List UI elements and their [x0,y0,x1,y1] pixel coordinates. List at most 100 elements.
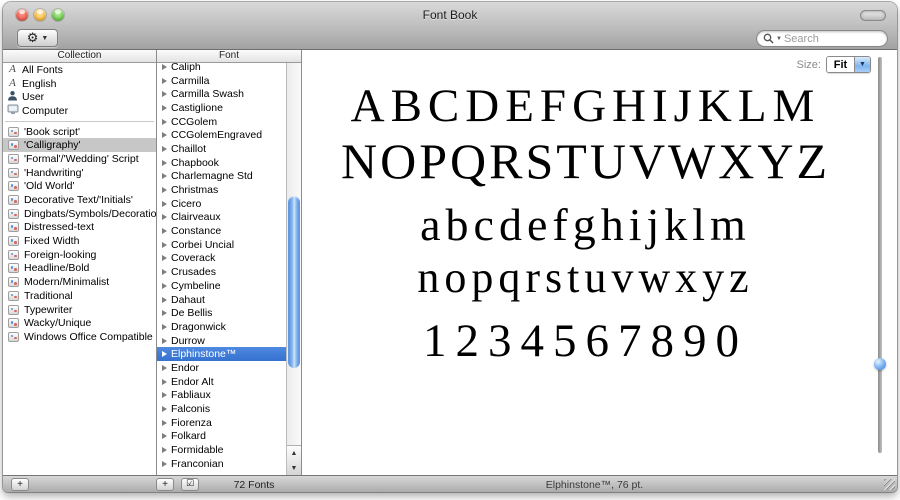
disclosure-triangle-icon[interactable] [162,63,167,70]
collection-item[interactable]: Decorative Text/'Initials' [3,193,156,207]
collection-item[interactable]: Dingbats/Symbols/Decoration [3,207,156,221]
font-item[interactable]: Franconian [157,457,286,471]
toolbar-toggle-button[interactable] [860,10,886,21]
font-item[interactable]: Elphinstone™ [157,347,286,362]
disclosure-triangle-icon[interactable] [162,91,167,98]
disclosure-triangle-icon[interactable] [162,241,167,248]
font-item[interactable]: Castiglione [157,101,286,115]
collection-item[interactable]: Foreign-looking [3,248,156,262]
disclosure-triangle-icon[interactable] [162,419,167,426]
disclosure-triangle-icon[interactable] [162,145,167,152]
action-menu-button[interactable]: ⚙ ▼ [17,29,58,47]
font-item[interactable]: De Bellis [157,306,286,320]
scrollbar-thumb[interactable] [288,196,300,368]
add-font-button[interactable]: + [156,478,174,491]
disclosure-triangle-icon[interactable] [162,447,167,454]
size-slider-track[interactable] [878,57,882,453]
scroll-down-arrow-icon[interactable]: ▼ [287,461,301,475]
search-field[interactable]: ▼ [756,30,888,47]
font-item[interactable]: Dragonwick [157,320,286,334]
disclosure-triangle-icon[interactable] [162,255,167,262]
collection-item[interactable]: Windows Office Compatible [3,330,156,344]
size-select[interactable]: Fit ▼ [826,56,871,73]
disclosure-triangle-icon[interactable] [162,132,167,139]
font-item-label: Falconis [171,403,211,416]
collection-item[interactable]: Fixed Width [3,234,156,248]
disclosure-triangle-icon[interactable] [162,296,167,303]
font-item[interactable]: Durrow [157,334,286,348]
disclosure-triangle-icon[interactable] [162,118,167,125]
disclosure-triangle-icon[interactable] [162,269,167,276]
collection-item[interactable]: Distressed-text [3,221,156,235]
collection-list: A All Fonts A English User Computer 'Book scri… [3,63,156,475]
font-item[interactable]: Caliph [157,63,286,74]
disclosure-triangle-icon[interactable] [162,77,167,84]
disclosure-triangle-icon[interactable] [162,214,167,221]
font-list-scrollbar[interactable]: ▲ ▼ [286,63,301,475]
disclosure-triangle-icon[interactable] [162,351,167,358]
font-item[interactable]: Falconis [157,402,286,416]
disclosure-triangle-icon[interactable] [162,187,167,194]
font-item[interactable]: CCGolem [157,115,286,129]
collection-item[interactable]: 'Old World' [3,180,156,194]
disclosure-triangle-icon[interactable] [162,364,167,371]
font-item[interactable]: Cicero [157,197,286,211]
font-item[interactable]: Charlemagne Std [157,170,286,184]
font-item[interactable]: Dahaut [157,293,286,307]
font-item[interactable]: Fabliaux [157,389,286,403]
collection-item[interactable]: A English [3,77,156,91]
size-dropdown-arrow-icon[interactable]: ▼ [854,57,870,72]
collection-item[interactable]: Traditional [3,289,156,303]
disclosure-triangle-icon[interactable] [162,460,167,467]
font-item[interactable]: Cymbeline [157,279,286,293]
resize-grip[interactable] [884,479,895,490]
scroll-up-arrow-icon[interactable]: ▲ [287,446,301,461]
collection-item[interactable]: Wacky/Unique [3,316,156,330]
collection-item[interactable]: A All Fonts [3,63,156,77]
disclosure-triangle-icon[interactable] [162,433,167,440]
disclosure-triangle-icon[interactable] [162,378,167,385]
font-item[interactable]: Chaillot [157,142,286,156]
collection-item[interactable]: Computer [3,104,156,118]
disclosure-triangle-icon[interactable] [162,104,167,111]
disclosure-triangle-icon[interactable] [162,200,167,207]
font-item[interactable]: Coverack [157,252,286,266]
collection-item[interactable]: 'Book script' [3,125,156,139]
size-slider-thumb[interactable] [874,358,886,370]
collection-item[interactable]: Headline/Bold [3,262,156,276]
disclosure-triangle-icon[interactable] [162,392,167,399]
font-item[interactable]: Christmas [157,183,286,197]
disclosure-triangle-icon[interactable] [162,159,167,166]
disclosure-triangle-icon[interactable] [162,173,167,180]
collection-item[interactable]: Typewriter [3,303,156,317]
font-item[interactable]: Constance [157,224,286,238]
disclosure-triangle-icon[interactable] [162,323,167,330]
disclosure-triangle-icon[interactable] [162,310,167,317]
font-item[interactable]: Carmilla Swash [157,87,286,101]
collection-item[interactable]: 'Formal'/'Wedding' Script [3,152,156,166]
collection-item[interactable]: 'Handwriting' [3,166,156,180]
font-item[interactable]: Crusades [157,265,286,279]
font-item[interactable]: Clairveaux [157,211,286,225]
font-item[interactable]: Fiorenza [157,416,286,430]
font-item[interactable]: Endor [157,361,286,375]
font-item[interactable]: Carmilla [157,74,286,88]
search-input[interactable] [783,32,874,45]
font-item[interactable]: Endor Alt [157,375,286,389]
font-item[interactable]: CCGolemEngraved [157,128,286,142]
add-collection-button[interactable]: + [11,478,29,491]
font-column-header[interactable]: Font [157,50,301,63]
font-item[interactable]: Formidable [157,443,286,457]
collection-icon [8,153,19,164]
collection-item[interactable]: User [3,90,156,104]
disclosure-triangle-icon[interactable] [162,337,167,344]
collection-column-header[interactable]: Collection [3,50,156,63]
disclosure-triangle-icon[interactable] [162,406,167,413]
font-item[interactable]: Folkard [157,430,286,444]
disclosure-triangle-icon[interactable] [162,282,167,289]
disclosure-triangle-icon[interactable] [162,228,167,235]
font-item[interactable]: Corbei Uncial [157,238,286,252]
collection-item[interactable]: 'Calligraphy' [3,138,156,153]
font-item[interactable]: Chapbook [157,156,286,170]
collection-item[interactable]: Modern/Minimalist [3,275,156,289]
